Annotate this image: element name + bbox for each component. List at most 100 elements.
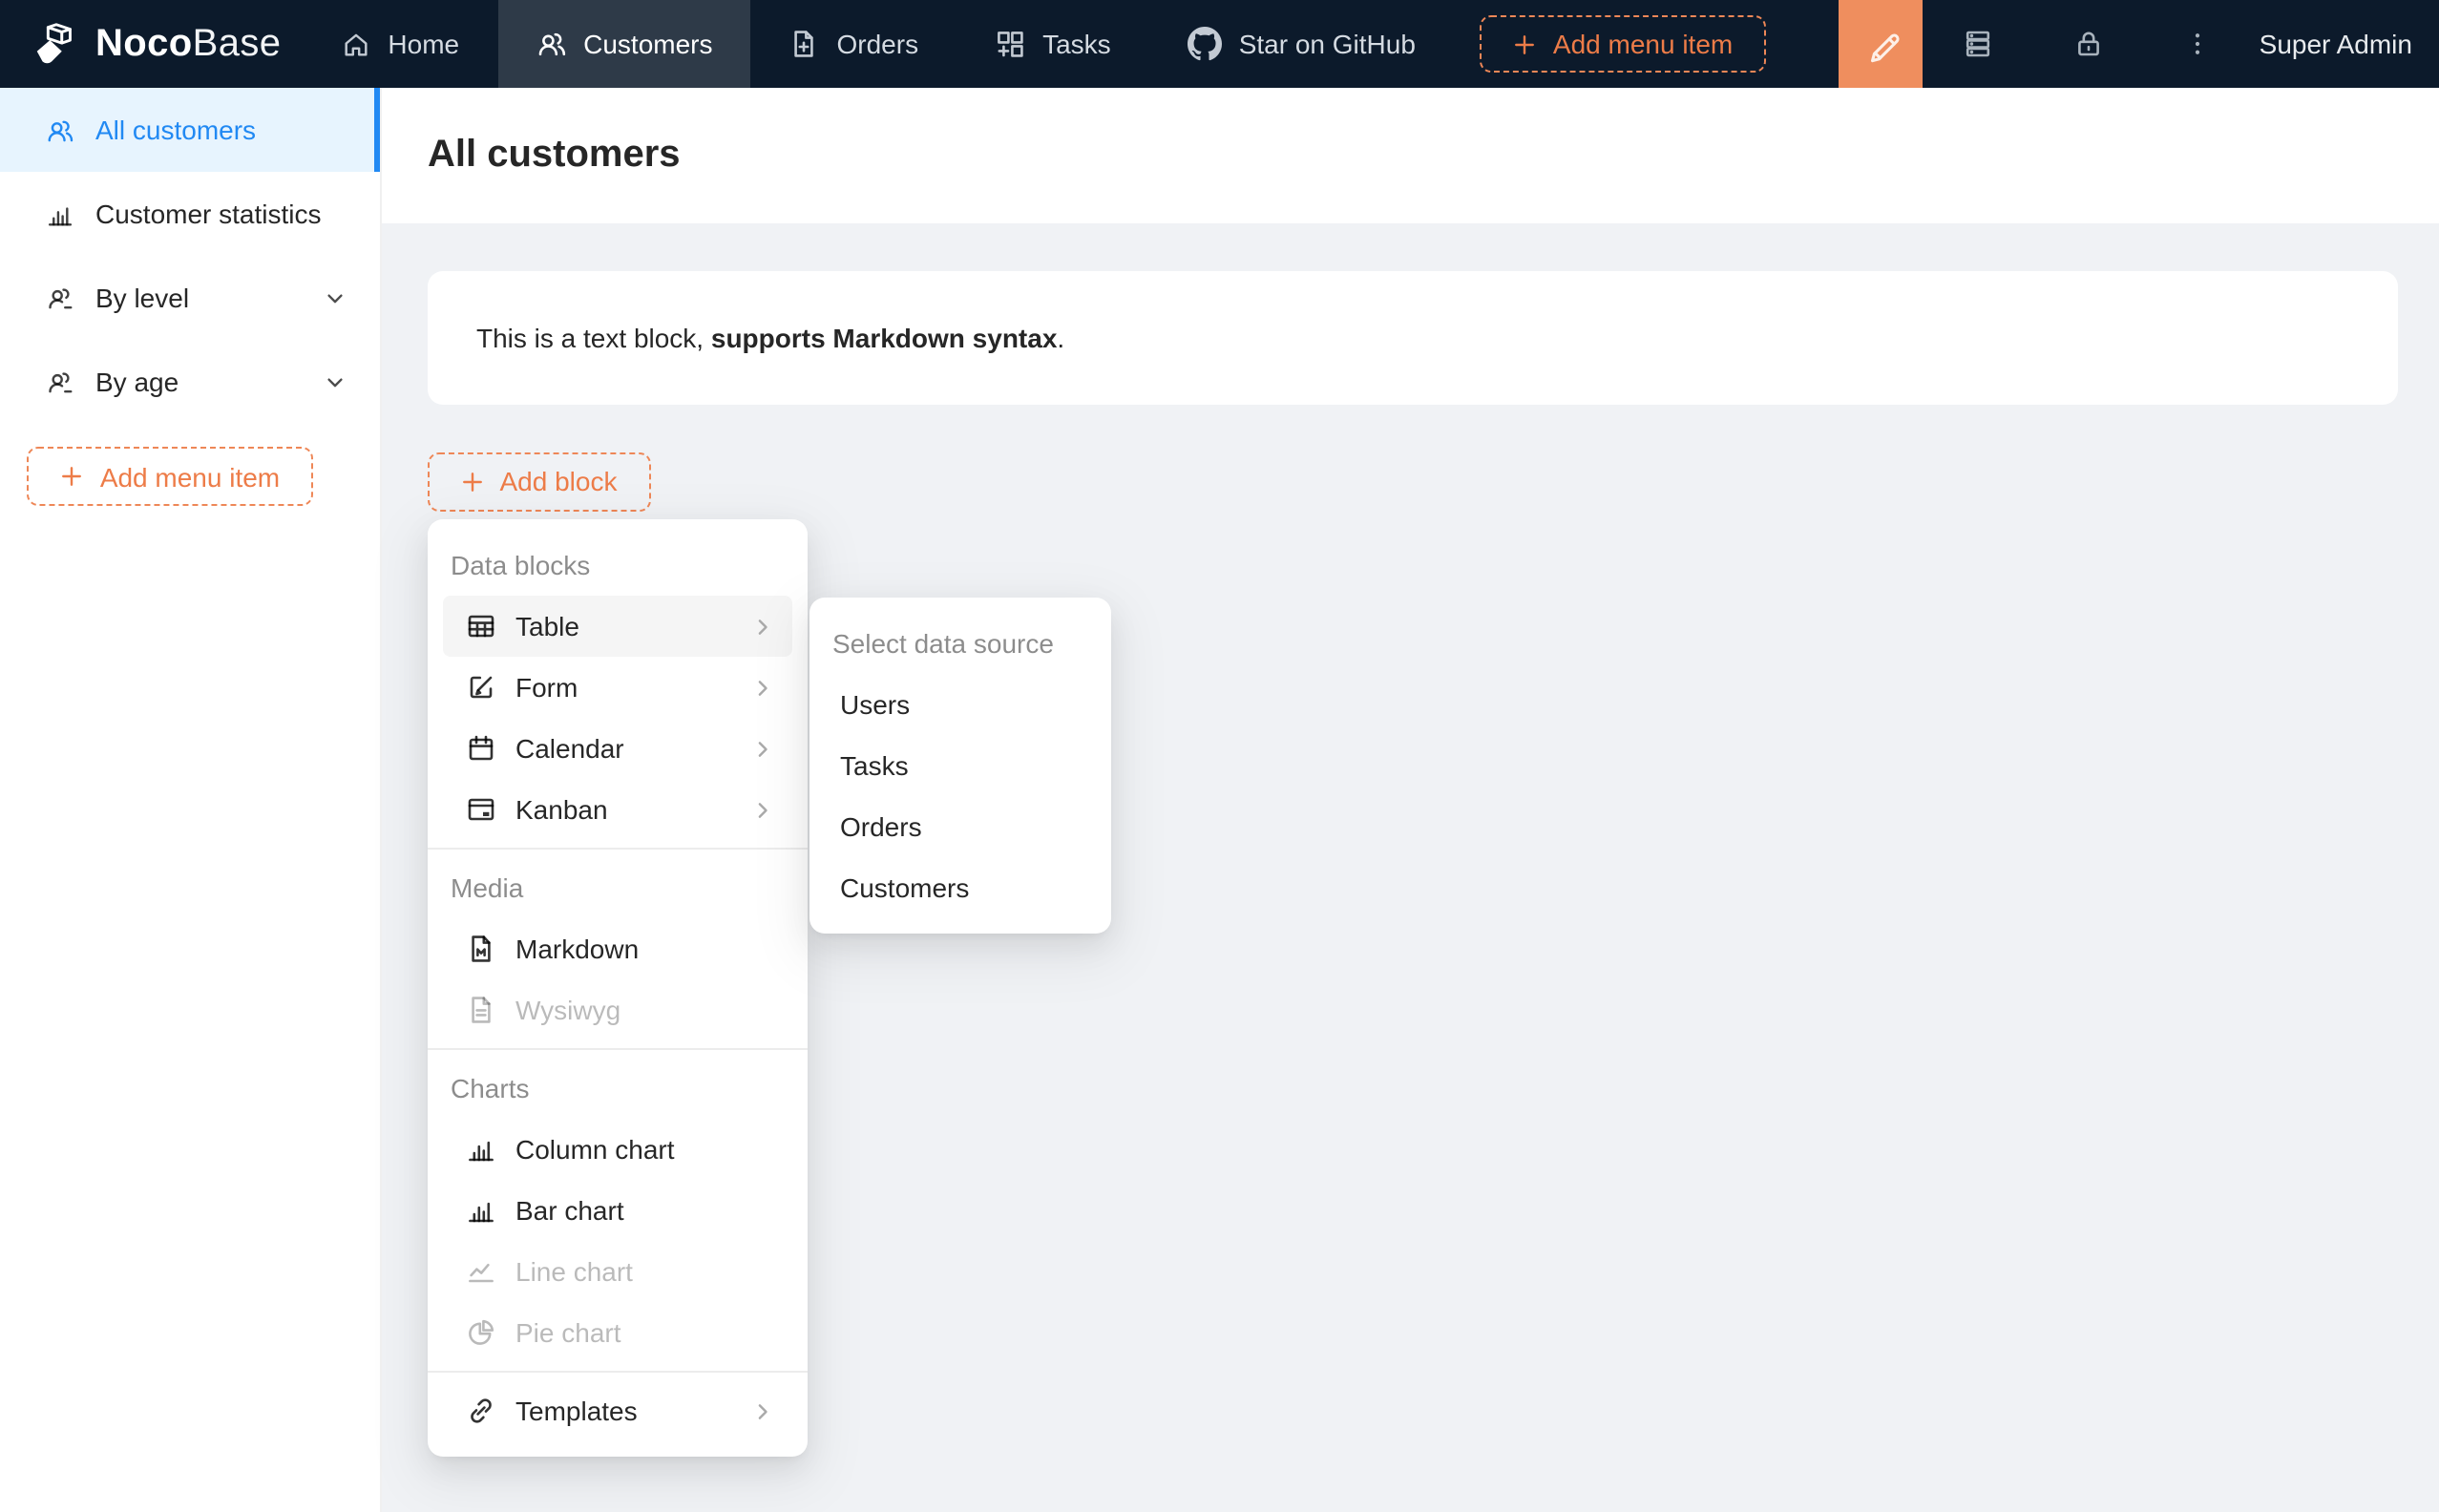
dropdown-item-label: Kanban: [515, 794, 608, 825]
dropdown-item-wysiwyg: Wysiwyg: [443, 979, 792, 1040]
markdown-text-block: This is a text block, supports Markdown …: [427, 270, 2397, 404]
settings-center-button[interactable]: [2034, 0, 2145, 88]
more-actions-button[interactable]: [2145, 0, 2252, 88]
nav-item-label: Star on GitHub: [1238, 29, 1416, 59]
home-icon: [342, 30, 370, 58]
dropdown-item-markdown[interactable]: Markdown: [443, 918, 792, 979]
dropdown-item-bar-chart[interactable]: Bar chart: [443, 1180, 792, 1241]
usergroup-icon: [46, 368, 74, 396]
markdown-text: This is a text block, supports Markdown …: [476, 322, 1065, 352]
sidebar-item-by-level[interactable]: By level: [0, 256, 380, 340]
pie-chart-icon: [466, 1317, 496, 1348]
plugin-manager-button[interactable]: [1924, 0, 2034, 88]
dropdown-item-column-chart[interactable]: Column chart: [443, 1119, 792, 1180]
column-chart-icon: [466, 1134, 496, 1165]
github-icon: [1187, 27, 1222, 61]
submenu-item-tasks[interactable]: Tasks: [825, 734, 1096, 795]
menu-divider: [428, 1048, 808, 1050]
nav-item-label: Home: [388, 29, 460, 59]
dropdown-group-header: Charts: [451, 1073, 530, 1103]
dropdown-item-form[interactable]: Form: [443, 657, 792, 718]
link-icon: [466, 1396, 496, 1426]
chevron-right-icon: [752, 738, 773, 759]
appstore-add-icon: [995, 29, 1025, 59]
chevron-right-icon: [752, 616, 773, 637]
dropdown-item-table[interactable]: Table: [443, 596, 792, 657]
submenu-header: Select data source: [832, 627, 1054, 658]
dropdown-item-pie-chart: Pie chart: [443, 1302, 792, 1363]
sidebar-item-all-customers[interactable]: All customers: [0, 88, 380, 172]
markdown-icon: [466, 934, 496, 964]
nav-item-label: Orders: [836, 29, 919, 59]
dropdown-item-label: Templates: [515, 1396, 638, 1426]
submenu-item-users[interactable]: Users: [825, 673, 1096, 734]
plus-icon: [460, 469, 485, 494]
ui-editor-button[interactable]: [1839, 0, 1924, 88]
line-chart-icon: [466, 1256, 496, 1287]
bar-chart-icon: [466, 1195, 496, 1226]
nav-item-home[interactable]: Home: [304, 0, 497, 88]
dropdown-item-templates[interactable]: Templates: [443, 1380, 792, 1441]
highlighter-icon: [1863, 26, 1900, 62]
sidebar-item-label: Customer statistics: [95, 199, 322, 229]
chevron-right-icon: [752, 799, 773, 820]
nocobase-cube-icon: [31, 18, 82, 70]
sidebar-item-label: By age: [95, 367, 179, 397]
submenu-item-label: Tasks: [840, 749, 909, 780]
plus-icon: [1513, 32, 1538, 56]
usergroup-icon: [46, 284, 74, 312]
nav-item-github[interactable]: Star on GitHub: [1149, 0, 1454, 88]
dropdown-item-kanban[interactable]: Kanban: [443, 779, 792, 840]
dropdown-item-calendar[interactable]: Calendar: [443, 718, 792, 779]
add-block-button[interactable]: Add block: [427, 452, 650, 511]
submenu-item-label: Users: [840, 688, 911, 719]
navbar-right-actions: Super Admin: [1839, 0, 2439, 88]
dropdown-item-label: Pie chart: [515, 1317, 621, 1348]
nav-item-orders[interactable]: Orders: [751, 0, 957, 88]
chevron-right-icon: [752, 677, 773, 698]
submenu-item-label: Orders: [840, 810, 922, 841]
calendar-icon: [466, 733, 496, 764]
sidebar-item-customer-statistics[interactable]: Customer statistics: [0, 172, 380, 256]
sidebar-add-menu-item-button[interactable]: Add menu item: [27, 447, 313, 506]
team-icon: [536, 29, 566, 59]
file-icon: [466, 995, 496, 1025]
lock-icon: [2074, 29, 2105, 59]
chevron-right-icon: [752, 1400, 773, 1421]
brand-name: NocoBase: [95, 22, 282, 64]
top-navbar: NocoBase Home Customers Orders Tasks Sta…: [0, 0, 2439, 88]
submenu-item-customers[interactable]: Customers: [825, 856, 1096, 917]
table-icon: [466, 611, 496, 641]
menu-divider: [428, 1371, 808, 1373]
nav-item-label: Customers: [583, 29, 713, 59]
dropdown-item-label: Table: [515, 611, 579, 641]
dropdown-group-header: Data blocks: [451, 550, 591, 580]
ellipsis-vertical-icon: [2185, 31, 2212, 57]
sidebar-item-by-age[interactable]: By age: [0, 340, 380, 424]
file-add-icon: [789, 29, 820, 59]
plus-icon: [60, 464, 85, 489]
dropdown-item-label: Form: [515, 672, 578, 703]
nocobase-app: NocoBase Home Customers Orders Tasks Sta…: [0, 0, 2439, 1512]
kanban-icon: [466, 794, 496, 825]
form-icon: [466, 672, 496, 703]
data-source-submenu: Select data source Users Tasks Orders Cu…: [809, 597, 1111, 933]
sidebar-item-label: By level: [95, 283, 190, 313]
nav-item-customers[interactable]: Customers: [497, 0, 751, 88]
nav-item-label: Tasks: [1042, 29, 1111, 59]
chevron-down-icon: [325, 371, 346, 392]
submenu-item-label: Customers: [840, 872, 970, 902]
navbar-add-menu-item-button[interactable]: Add menu item: [1480, 15, 1766, 73]
page-title: All customers: [428, 134, 681, 176]
bar-chart-icon: [46, 200, 74, 228]
current-user-menu[interactable]: Super Admin: [2252, 29, 2439, 59]
dropdown-item-label: Markdown: [515, 934, 640, 964]
sidebar-item-label: All customers: [95, 115, 257, 145]
team-icon: [46, 116, 74, 144]
sidebar: All customers Customer statistics By lev…: [0, 88, 382, 1512]
submenu-item-orders[interactable]: Orders: [825, 795, 1096, 856]
dropdown-item-label: Bar chart: [515, 1195, 624, 1226]
nav-item-tasks[interactable]: Tasks: [957, 0, 1149, 88]
dropdown-group-header: Media: [451, 872, 524, 903]
nocobase-logo[interactable]: NocoBase: [0, 18, 281, 70]
